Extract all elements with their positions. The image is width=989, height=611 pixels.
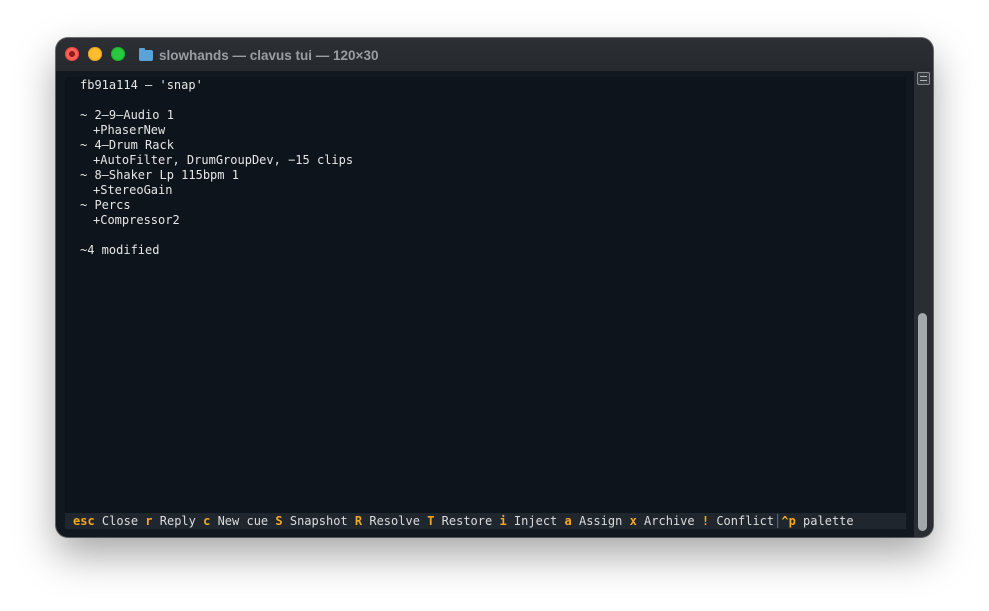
terminal-output[interactable]: fb91a114 — 'snap' ~ 2–9–Audio 1 +PhaserN… [65, 77, 906, 513]
shortcut-key: S [275, 514, 283, 528]
shortcut-key: esc [73, 514, 95, 528]
archive-shortcut[interactable]: x Archive [630, 514, 695, 528]
shortcut-key: a [564, 514, 572, 528]
window-title-text: slowhands — clavus tui — 120×30 [159, 47, 379, 63]
split-pane-icon[interactable] [917, 72, 930, 85]
shortcut-label: palette [803, 514, 854, 528]
shortcut-label: Archive [644, 514, 695, 528]
shortcut-label: Assign [578, 514, 623, 528]
shortcut-key: R [354, 514, 363, 528]
shortcut-label: Conflict [716, 514, 775, 528]
close-window-button[interactable] [65, 47, 79, 61]
track-detail: +Compressor2 [93, 213, 180, 227]
close-shortcut[interactable]: esc Close [73, 514, 138, 528]
modified-summary: ~4 modified [80, 243, 160, 257]
track-detail: +StereoGain [93, 183, 173, 197]
shortcut-key: r [145, 514, 153, 528]
track-name: ~ 2–9–Audio 1 [80, 108, 174, 122]
window-title: slowhands — clavus tui — 120×30 [139, 46, 378, 64]
zoom-window-button[interactable] [111, 47, 125, 61]
resolve-shortcut[interactable]: R Resolve [355, 514, 420, 528]
shortcut-label: Restore [441, 514, 493, 528]
track-name: ~ Percs [80, 198, 131, 212]
shortcut-key: T [427, 514, 435, 528]
reply-shortcut[interactable]: r Reply [145, 514, 196, 528]
shortcut-key: ! [701, 514, 710, 528]
track-detail: +PhaserNew [93, 123, 166, 137]
vertical-scrollbar[interactable] [914, 71, 933, 537]
inject-shortcut[interactable]: i Inject [499, 514, 557, 528]
track-detail: +AutoFilter, DrumGroupDev, −15 clips [93, 153, 354, 167]
assign-shortcut[interactable]: a Assign [565, 514, 623, 528]
snapshot-header: fb91a114 — 'snap' [80, 78, 203, 92]
shortcut-key: x [629, 514, 637, 528]
shortcut-label: Reply [159, 514, 196, 528]
shortcut-label: Inject [513, 514, 558, 528]
shortcut-key: ^p [781, 514, 796, 528]
conflict-shortcut[interactable]: ! Conflict [702, 514, 774, 528]
keybinding-bar: esc Close r Reply c New cue S Snapshot R… [65, 513, 906, 529]
new-cue-shortcut[interactable]: c New cue [203, 514, 268, 528]
terminal-window: slowhands — clavus tui — 120×30 fb91a114… [56, 38, 933, 537]
minimize-window-button[interactable] [88, 47, 102, 61]
shortcut-label: Snapshot [289, 514, 348, 528]
shortcut-label: Resolve [369, 514, 420, 528]
track-name: ~ 8–Shaker Lp 115bpm 1 [80, 168, 239, 182]
snapshot-shortcut[interactable]: S Snapshot [275, 514, 347, 528]
shortcut-label: New cue [217, 514, 269, 528]
palette-shortcut[interactable]: ^p palette [781, 514, 853, 528]
restore-shortcut[interactable]: T Restore [427, 514, 492, 528]
shortcut-key: i [499, 514, 507, 528]
track-name: ~ 4–Drum Rack [80, 138, 174, 152]
scroll-thumb[interactable] [918, 313, 927, 531]
title-bar[interactable]: slowhands — clavus tui — 120×30 [56, 38, 933, 72]
shortcut-label: Close [101, 514, 139, 528]
folder-icon [139, 47, 153, 61]
shortcut-key: c [203, 514, 211, 528]
